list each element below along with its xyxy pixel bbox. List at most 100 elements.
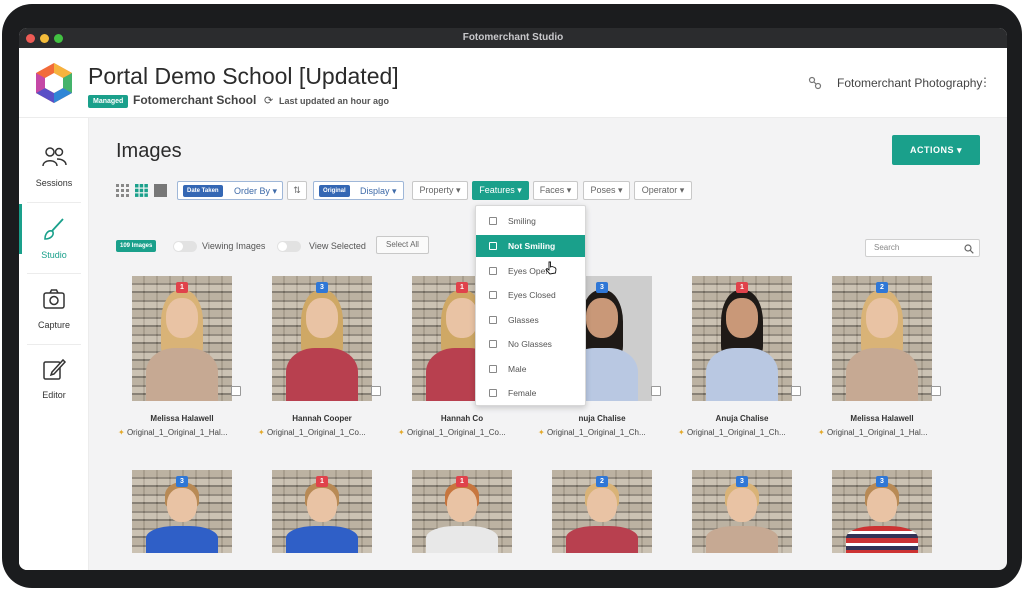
- star-icon: ✦: [818, 428, 825, 437]
- photo-thumbnail[interactable]: 1: [132, 276, 232, 401]
- pose-badge: 1: [316, 476, 328, 487]
- feature-option-female[interactable]: Female: [476, 382, 585, 404]
- sidebar-divider: [27, 202, 81, 203]
- viewing-images-label: Viewing Images: [202, 241, 266, 251]
- photo-thumbnail[interactable]: 2: [552, 470, 652, 553]
- select-checkbox[interactable]: [651, 386, 661, 396]
- select-checkbox[interactable]: [371, 386, 381, 396]
- image-name: Melissa Halawell: [850, 414, 914, 423]
- feature-option-eyes-open[interactable]: Eyes Open: [476, 260, 585, 282]
- select-checkbox[interactable]: [791, 386, 801, 396]
- window-title: Fotomerchant Studio: [462, 32, 564, 43]
- display-pill: Original: [319, 185, 350, 197]
- image-name: Hannah Cooper: [292, 414, 352, 423]
- select-all-button[interactable]: Select All: [376, 236, 429, 254]
- photo-thumbnail[interactable]: 3: [132, 470, 232, 553]
- sort-direction-button[interactable]: ⇅: [287, 181, 307, 200]
- feature-option-not-smiling[interactable]: Not Smiling: [476, 235, 585, 257]
- link-icon[interactable]: [808, 76, 822, 90]
- photo-thumbnail[interactable]: 3: [272, 276, 372, 401]
- sidebar-label-studio: Studio: [41, 250, 67, 260]
- photo-thumbnail[interactable]: 3: [692, 470, 792, 553]
- star-icon: ✦: [398, 428, 405, 437]
- pose-badge: 3: [596, 282, 608, 293]
- sidebar-item-capture[interactable]: Capture: [19, 274, 89, 344]
- active-indicator: [19, 204, 22, 254]
- image-name: nuja Chalise: [578, 414, 626, 423]
- search-input[interactable]: Search: [865, 239, 980, 257]
- pose-badge: 1: [176, 282, 188, 293]
- edit-icon: [43, 358, 67, 380]
- sidebar-item-editor[interactable]: Editor: [19, 344, 89, 414]
- pose-badge: 3: [876, 476, 888, 487]
- refresh-icon[interactable]: ⟳: [264, 94, 273, 107]
- image-file: ✦ Original_1_Original_1_Hal...: [818, 428, 928, 437]
- view-selected-label: View Selected: [309, 241, 366, 251]
- pose-badge: 3: [176, 476, 188, 487]
- more-options-icon[interactable]: ⋮: [979, 75, 991, 89]
- feature-option-glasses[interactable]: Glasses: [476, 309, 585, 331]
- features-dropdown: Smiling Not Smiling Eyes Open Eyes Close…: [475, 205, 586, 406]
- select-checkbox[interactable]: [931, 386, 941, 396]
- search-icon: [964, 244, 974, 254]
- pose-badge: 1: [456, 476, 468, 487]
- device-frame: Fotomerchant Studio Portal Demo School […: [2, 4, 1022, 588]
- photo-thumbnail[interactable]: 3: [832, 470, 932, 553]
- photo-thumbnail[interactable]: 1: [412, 470, 512, 553]
- order-by-button[interactable]: Date Taken Order By ▾: [177, 181, 283, 200]
- grid-medium-icon[interactable]: [135, 184, 148, 197]
- order-pill: Date Taken: [183, 185, 223, 197]
- order-by-label: Order By ▾: [234, 186, 278, 196]
- operator-filter[interactable]: Operator ▾: [634, 181, 692, 200]
- search-placeholder: Search: [874, 243, 900, 252]
- pose-badge: 1: [736, 282, 748, 293]
- image-name: Melissa Halawell: [150, 414, 214, 423]
- viewing-images-toggle[interactable]: [173, 241, 197, 252]
- photo-thumbnail[interactable]: 1: [272, 470, 372, 553]
- poses-filter[interactable]: Poses ▾: [583, 181, 630, 200]
- display-label: Display ▾: [360, 186, 397, 196]
- hand-cursor-icon: [545, 261, 557, 275]
- pose-badge: 3: [736, 476, 748, 487]
- grid-small-icon[interactable]: [116, 184, 129, 197]
- sidebar-label-editor: Editor: [42, 390, 66, 400]
- feature-option-male[interactable]: Male: [476, 358, 585, 380]
- image-file: ✦ Original_1_Original_1_Co...: [258, 428, 366, 437]
- star-icon: ✦: [118, 428, 125, 437]
- image-name: Hannah Co: [440, 414, 484, 423]
- actions-button[interactable]: ACTIONS ▾: [892, 135, 980, 165]
- app-window: Fotomerchant Studio Portal Demo School […: [19, 28, 1007, 570]
- star-icon: ✦: [538, 428, 545, 437]
- school-title: Portal Demo School [Updated]: [88, 63, 399, 89]
- image-name: Anuja Chalise: [715, 414, 769, 423]
- pose-badge: 1: [456, 282, 468, 293]
- brush-icon: [44, 218, 64, 240]
- select-checkbox[interactable]: [231, 386, 241, 396]
- image-file: ✦ Original_1_Original_1_Co...: [398, 428, 506, 437]
- faces-filter[interactable]: Faces ▾: [533, 181, 578, 200]
- feature-option-no-glasses[interactable]: No Glasses: [476, 333, 585, 355]
- image-file: ✦ Original_1_Original_1_Ch...: [678, 428, 786, 437]
- view-selected-toggle[interactable]: [277, 241, 301, 252]
- pose-badge: 2: [596, 476, 608, 487]
- image-count-badge: 109 Images: [116, 240, 157, 252]
- sidebar-item-studio[interactable]: Studio: [19, 204, 89, 274]
- photo-thumbnail[interactable]: 2: [832, 276, 932, 401]
- studio-name[interactable]: Fotomerchant Photography: [837, 76, 982, 90]
- org-name: Fotomerchant School: [133, 93, 257, 107]
- display-button[interactable]: Original Display ▾: [313, 181, 404, 200]
- fotomerchant-logo: [36, 63, 72, 103]
- image-file: ✦ Original_1_Original_1_Hal...: [118, 428, 228, 437]
- pose-badge: 2: [876, 282, 888, 293]
- feature-option-eyes-closed[interactable]: Eyes Closed: [476, 284, 585, 306]
- sidebar-item-sessions[interactable]: Sessions: [19, 132, 89, 202]
- feature-option-smiling[interactable]: Smiling: [476, 210, 585, 232]
- sidebar-label-sessions: Sessions: [35, 178, 73, 188]
- features-filter[interactable]: Features ▾: [472, 181, 529, 200]
- image-file: ✦ Original_1_Original_1_Ch...: [538, 428, 646, 437]
- photo-thumbnail[interactable]: 1: [692, 276, 792, 401]
- property-filter[interactable]: Property ▾: [412, 181, 468, 200]
- app-header: Portal Demo School [Updated] Managed Fot…: [19, 48, 1007, 118]
- camera-icon: [43, 289, 65, 309]
- grid-large-icon[interactable]: [154, 184, 167, 197]
